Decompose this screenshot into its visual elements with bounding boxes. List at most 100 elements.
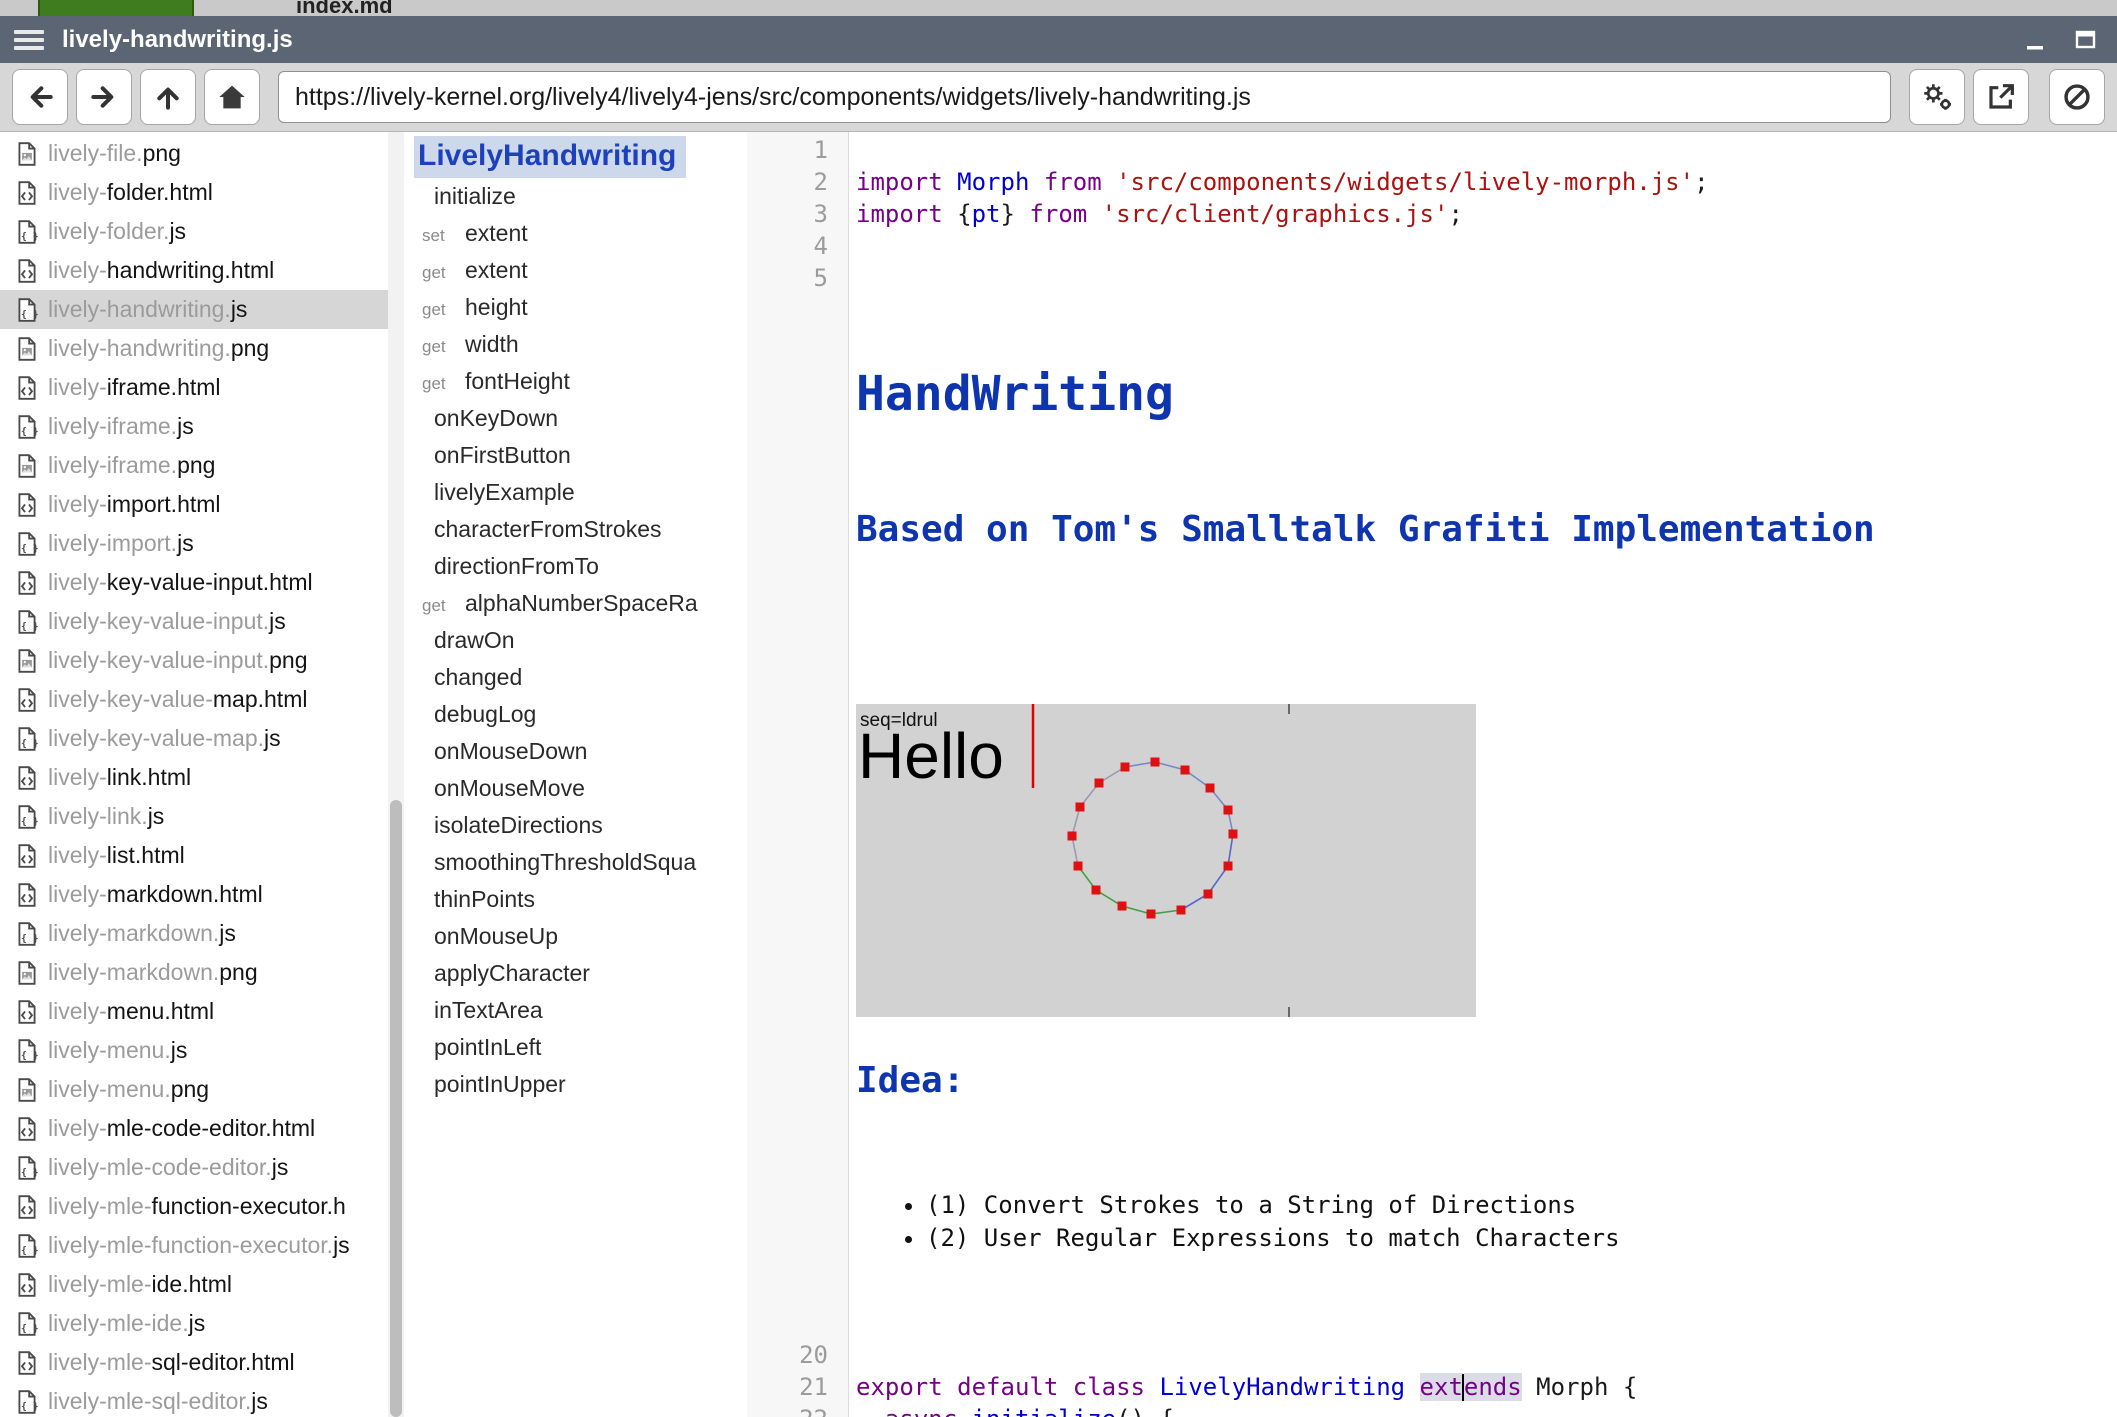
- file-item[interactable]: { }lively-mle-function-executor.js: [0, 1226, 388, 1265]
- file-item[interactable]: { }lively-key-value-map.js: [0, 719, 388, 758]
- code-line: 5: [747, 262, 2117, 294]
- line-number: 2: [747, 166, 848, 198]
- line-number: 5: [747, 262, 848, 294]
- outline-item[interactable]: onKeyDown: [404, 400, 747, 437]
- file-item[interactable]: lively-link.html: [0, 758, 388, 797]
- file-item[interactable]: { }lively-key-value-input.js: [0, 602, 388, 641]
- minimize-button[interactable]: [2023, 27, 2049, 53]
- file-item[interactable]: lively-markdown.html: [0, 875, 388, 914]
- back-button[interactable]: [12, 69, 68, 125]
- outline-item[interactable]: onMouseDown: [404, 733, 747, 770]
- code-line-text[interactable]: import {pt} from 'src/client/graphics.js…: [848, 198, 1463, 230]
- file-item[interactable]: lively-key-value-map.html: [0, 680, 388, 719]
- file-item[interactable]: { }lively-import.js: [0, 524, 388, 563]
- url-input[interactable]: [278, 71, 1891, 123]
- outline-item[interactable]: directionFromTo: [404, 548, 747, 585]
- outline-class-title[interactable]: LivelyHandwriting: [414, 136, 686, 178]
- outline-item[interactable]: initialize: [404, 178, 747, 215]
- code-line-text[interactable]: [848, 1339, 856, 1371]
- maximize-button[interactable]: [2073, 27, 2099, 53]
- file-item[interactable]: lively-mle-function-executor.h: [0, 1187, 388, 1226]
- file-item[interactable]: lively-markdown.png: [0, 953, 388, 992]
- outline-item[interactable]: onFirstButton: [404, 437, 747, 474]
- block-button[interactable]: [2049, 69, 2105, 125]
- outline-item[interactable]: livelyExample: [404, 474, 747, 511]
- open-external-button[interactable]: [1973, 69, 2029, 125]
- file-item[interactable]: { }lively-mle-code-editor.js: [0, 1148, 388, 1187]
- outline-item[interactable]: thinPoints: [404, 881, 747, 918]
- outline-item-label: initialize: [434, 178, 516, 215]
- code-editor[interactable]: 12import Morph from 'src/components/widg…: [747, 132, 2117, 1417]
- file-name: lively-list.html: [48, 842, 185, 869]
- file-item[interactable]: { }lively-handwriting.js: [0, 290, 388, 329]
- file-item[interactable]: lively-file.png: [0, 134, 388, 173]
- menu-icon[interactable]: [14, 30, 44, 50]
- outline-item[interactable]: getheight: [404, 289, 747, 326]
- outline-item[interactable]: onMouseUp: [404, 918, 747, 955]
- nav-toolbar: [0, 63, 2117, 132]
- code-line-text[interactable]: import Morph from 'src/components/widget…: [848, 166, 1709, 198]
- sidebar-scrollbar[interactable]: [388, 132, 404, 1417]
- outline-item-label: isolateDirections: [434, 807, 603, 844]
- outline-item[interactable]: pointInUpper: [404, 1066, 747, 1103]
- file-item[interactable]: lively-menu.png: [0, 1070, 388, 1109]
- file-item[interactable]: { }lively-markdown.js: [0, 914, 388, 953]
- home-button[interactable]: [204, 69, 260, 125]
- outline-item-label: applyCharacter: [434, 955, 590, 992]
- file-item[interactable]: lively-key-value-input.png: [0, 641, 388, 680]
- settings-button[interactable]: [1909, 69, 1965, 125]
- file-item[interactable]: lively-handwriting.png: [0, 329, 388, 368]
- file-item[interactable]: lively-list.html: [0, 836, 388, 875]
- file-name: lively-markdown.png: [48, 959, 258, 986]
- outline-item[interactable]: debugLog: [404, 696, 747, 733]
- outline-item[interactable]: getalphaNumberSpaceRa: [404, 585, 747, 622]
- file-item[interactable]: lively-handwriting.html: [0, 251, 388, 290]
- outline-item[interactable]: onMouseMove: [404, 770, 747, 807]
- code-line-text[interactable]: async initialize() {: [848, 1403, 1174, 1417]
- file-item[interactable]: { }lively-mle-sql-editor.js: [0, 1382, 388, 1417]
- png-file-icon: [14, 960, 40, 986]
- file-item[interactable]: lively-menu.html: [0, 992, 388, 1031]
- code-line-text[interactable]: [848, 262, 856, 294]
- outline-item[interactable]: pointInLeft: [404, 1029, 747, 1066]
- file-item[interactable]: lively-mle-sql-editor.html: [0, 1343, 388, 1382]
- forward-button[interactable]: [76, 69, 132, 125]
- outline-item[interactable]: inTextArea: [404, 992, 747, 1029]
- file-item[interactable]: { }lively-link.js: [0, 797, 388, 836]
- file-item[interactable]: { }lively-menu.js: [0, 1031, 388, 1070]
- code-line: 1: [747, 134, 2117, 166]
- scrollbar-thumb[interactable]: [390, 800, 402, 1417]
- outline-item-label: smoothingThresholdSqua: [434, 844, 696, 881]
- handwriting-figure: seq=ldrul Hello: [856, 640, 1476, 953]
- file-name: lively-markdown.html: [48, 881, 263, 908]
- up-button[interactable]: [140, 69, 196, 125]
- code-line-text[interactable]: [848, 134, 856, 166]
- outline-item[interactable]: drawOn: [404, 622, 747, 659]
- file-item[interactable]: lively-key-value-input.html: [0, 563, 388, 602]
- file-name: lively-mle-code-editor.html: [48, 1115, 315, 1142]
- file-name: lively-iframe.png: [48, 452, 215, 479]
- outline-item[interactable]: characterFromStrokes: [404, 511, 747, 548]
- file-item[interactable]: { }lively-mle-ide.js: [0, 1304, 388, 1343]
- outline-item[interactable]: getwidth: [404, 326, 747, 363]
- file-item[interactable]: lively-import.html: [0, 485, 388, 524]
- file-item[interactable]: lively-iframe.png: [0, 446, 388, 485]
- outline-item[interactable]: isolateDirections: [404, 807, 747, 844]
- line-number: 21: [747, 1371, 848, 1403]
- file-item[interactable]: { }lively-folder.js: [0, 212, 388, 251]
- file-item[interactable]: { }lively-iframe.js: [0, 407, 388, 446]
- file-item[interactable]: lively-mle-ide.html: [0, 1265, 388, 1304]
- outline-item[interactable]: getfontHeight: [404, 363, 747, 400]
- code-line-text[interactable]: export default class LivelyHandwriting e…: [848, 1371, 1637, 1403]
- outline-item[interactable]: applyCharacter: [404, 955, 747, 992]
- file-item[interactable]: lively-folder.html: [0, 173, 388, 212]
- outline-item[interactable]: getextent: [404, 252, 747, 289]
- code-line-text[interactable]: [848, 230, 856, 262]
- outline-item[interactable]: smoothingThresholdSqua: [404, 844, 747, 881]
- file-name: lively-menu.js: [48, 1037, 187, 1064]
- file-item[interactable]: lively-iframe.html: [0, 368, 388, 407]
- outline-item[interactable]: setextent: [404, 215, 747, 252]
- html-file-icon: [14, 570, 40, 596]
- file-item[interactable]: lively-mle-code-editor.html: [0, 1109, 388, 1148]
- outline-item[interactable]: changed: [404, 659, 747, 696]
